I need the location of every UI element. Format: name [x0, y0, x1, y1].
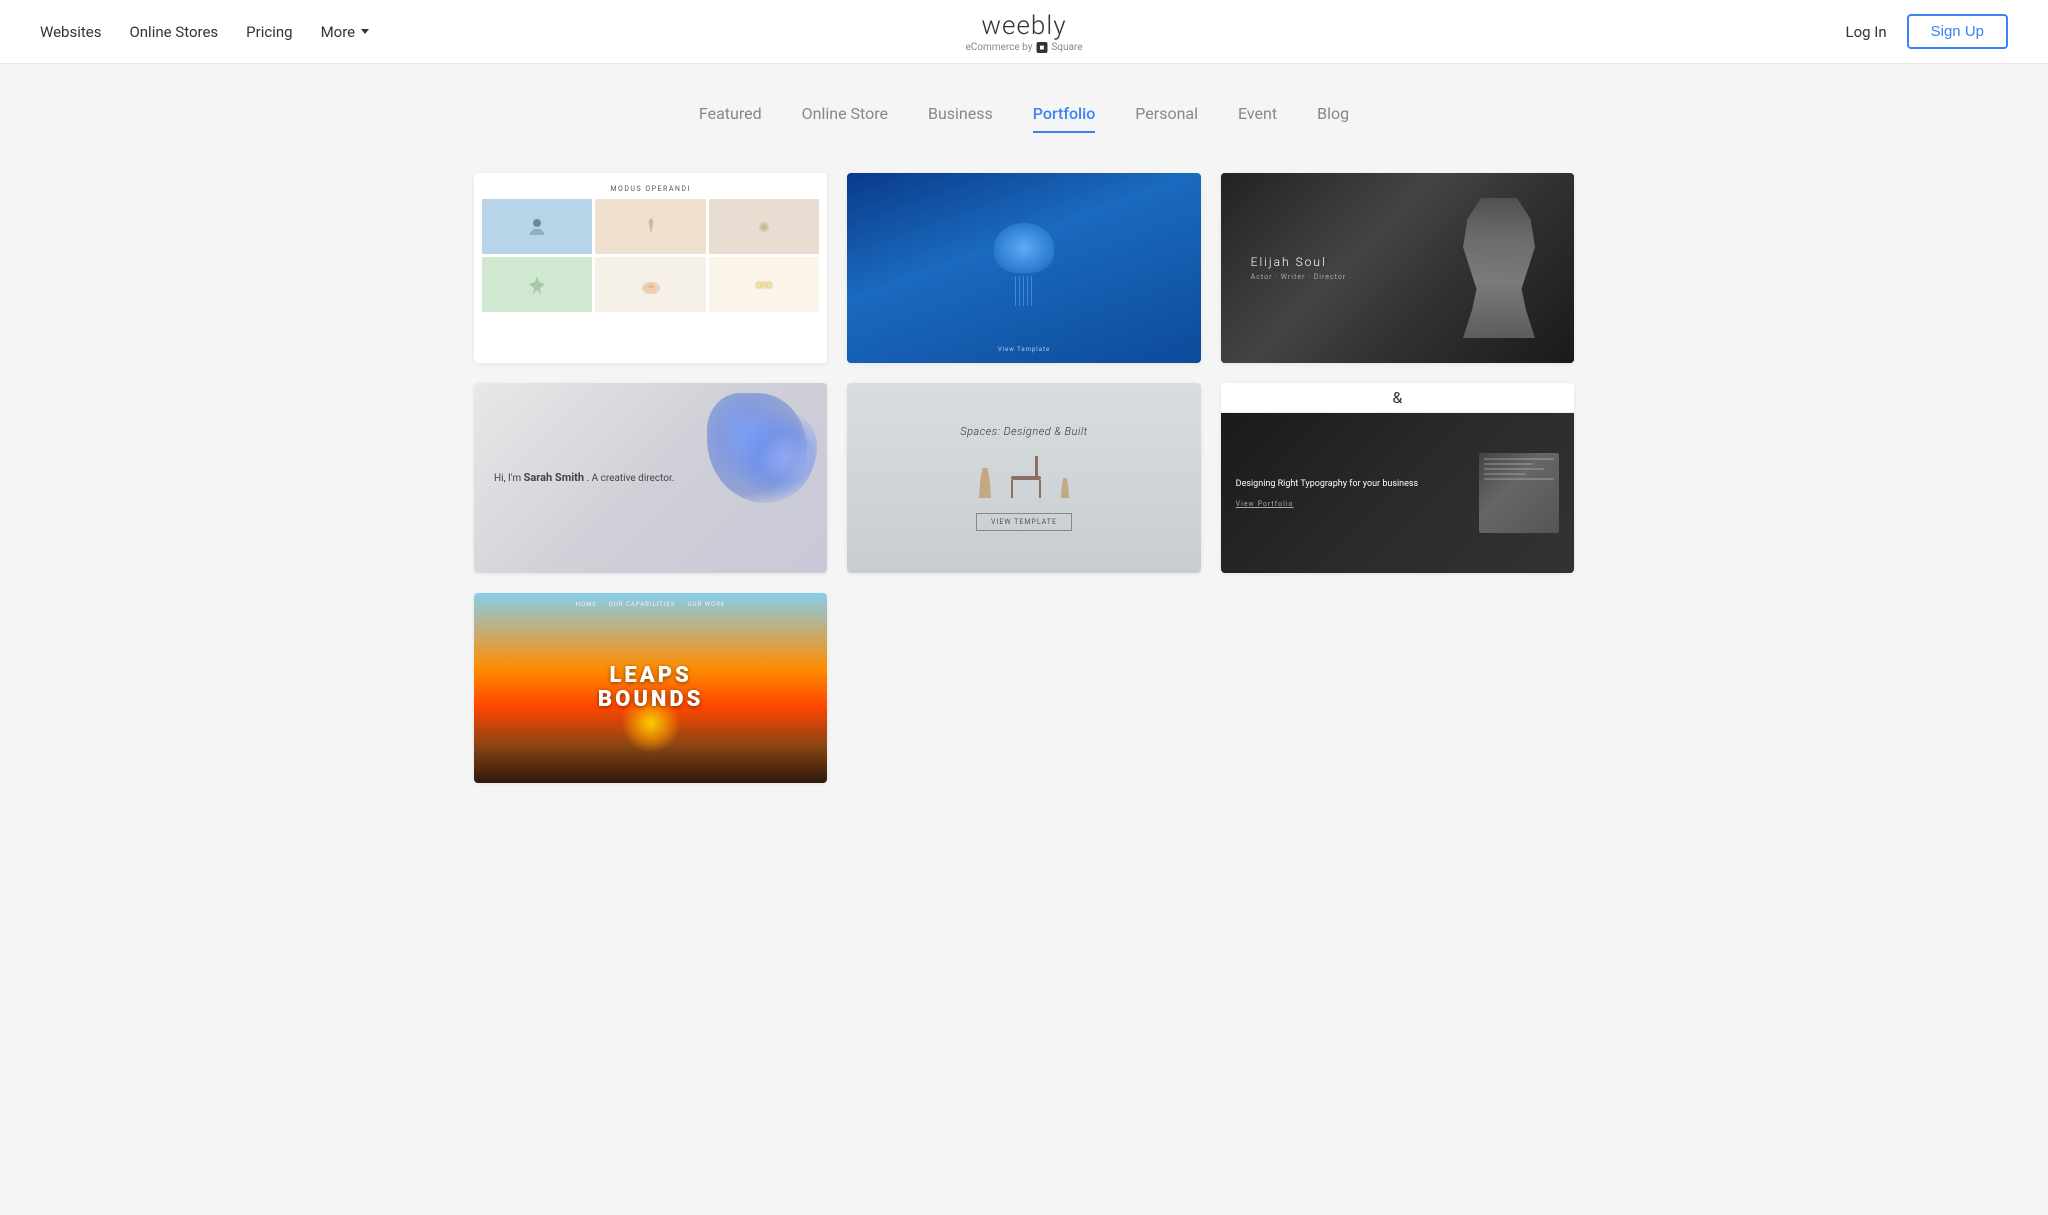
leaps-nav-capabilities: OUR CAPABILITIES [609, 601, 676, 608]
tab-featured[interactable]: Featured [699, 104, 762, 133]
login-link[interactable]: Log In [1845, 23, 1886, 41]
template-card-sarah-smith[interactable]: Hi, I'm Sarah Smith . A creative directo… [474, 383, 827, 573]
leaps-nav-work: OUR WORK [687, 601, 725, 608]
tab-online-store[interactable]: Online Store [802, 104, 888, 133]
chevron-down-icon [361, 29, 369, 34]
typo-cta[interactable]: View Portfolio [1236, 500, 1479, 508]
spaces-scene [979, 453, 1069, 498]
typo-body: Designing Right Typography for your busi… [1221, 413, 1574, 573]
logo-subtitle: eCommerce by ■ Square [966, 42, 1083, 53]
template-preview: Elijah Soul Actor · Writer · Director [1221, 173, 1574, 363]
chair-leg [1039, 480, 1041, 498]
template-card-modus-operandi[interactable]: MODUS OPERANDI [474, 173, 827, 363]
tab-blog[interactable]: Blog [1317, 104, 1349, 133]
ampersand-icon: & [1392, 388, 1402, 407]
leaps-nav: HOME OUR CAPABILITIES OUR WORK [576, 601, 726, 608]
tab-portfolio[interactable]: Portfolio [1033, 104, 1096, 133]
spaces-cta[interactable]: VIEW TEMPLATE [976, 513, 1072, 531]
leaps-text: LEAPS BOUNDS [598, 664, 703, 712]
jellyfish-tentacles [984, 273, 1064, 306]
nav-pricing[interactable]: Pricing [246, 23, 292, 41]
template-card-spaces[interactable]: Spaces: Designed & Built VIEW TEMPLATE [847, 383, 1200, 573]
template-preview: View Template [847, 173, 1200, 363]
tab-personal[interactable]: Personal [1135, 104, 1198, 133]
nav-online-stores[interactable]: Online Stores [129, 23, 218, 41]
leaps-nav-home: HOME [576, 601, 597, 608]
main-content: Featured Online Store Business Portfolio… [0, 64, 2048, 843]
chair-legs [1011, 480, 1041, 498]
template-preview: HOME OUR CAPABILITIES OUR WORK LEAPS BOU… [474, 593, 827, 783]
template-card-typography[interactable]: & Designing Right Typography for your bu… [1221, 383, 1574, 573]
elijah-roles: Actor · Writer · Director [1251, 273, 1347, 281]
header-actions: Log In Sign Up [1845, 14, 2008, 49]
chair-illustration [1011, 453, 1041, 498]
flower-blob-2 [737, 413, 817, 503]
tab-business[interactable]: Business [928, 104, 993, 133]
template-card-leaps-bounds[interactable]: HOME OUR CAPABILITIES OUR WORK LEAPS BOU… [474, 593, 827, 783]
tab-event[interactable]: Event [1238, 104, 1277, 133]
photo-grid [482, 199, 819, 312]
photo-cell-1 [482, 199, 592, 254]
nav-websites[interactable]: Websites [40, 23, 101, 41]
leaps-line1: LEAPS [598, 664, 703, 688]
leaps-line2: BOUNDS [598, 688, 703, 712]
vase-illustration [979, 468, 991, 498]
typo-title: Designing Right Typography for your busi… [1236, 478, 1479, 492]
jellyfish-cta: View Template [998, 346, 1050, 353]
sarah-intro-text: Hi, I'm Sarah Smith . A creative directo… [494, 470, 807, 486]
elijah-name: Elijah Soul [1251, 255, 1347, 269]
typo-image [1479, 453, 1559, 533]
template-grid: MODUS OPERANDI [474, 173, 1574, 783]
template-card-jellyfish[interactable]: View Template [847, 173, 1200, 363]
photo-cell-4 [482, 257, 592, 312]
typo-image-lines [1479, 453, 1559, 533]
small-vase [1061, 478, 1069, 498]
template-title: MODUS OPERANDI [482, 181, 819, 199]
sarah-greeting: Hi, I'm Sarah Smith . A creative directo… [494, 470, 807, 486]
jellyfish-body [994, 223, 1054, 273]
photo-cell-2 [595, 199, 705, 254]
template-preview: MODUS OPERANDI [474, 173, 827, 363]
main-nav: Websites Online Stores Pricing More [40, 23, 369, 41]
square-icon: ■ [1036, 42, 1047, 53]
template-preview: Hi, I'm Sarah Smith . A creative directo… [474, 383, 827, 573]
photo-cell-3 [709, 199, 819, 254]
photo-cell-5 [595, 257, 705, 312]
jellyfish-illustration [984, 223, 1064, 313]
nav-more[interactable]: More [321, 23, 370, 41]
header: Websites Online Stores Pricing More weeb… [0, 0, 2048, 64]
logo-text: weebly [966, 11, 1083, 41]
portrait-bg: Elijah Soul Actor · Writer · Director [1221, 173, 1574, 363]
template-preview: & Designing Right Typography for your bu… [1221, 383, 1574, 573]
template-card-elijah-soul[interactable]: Elijah Soul Actor · Writer · Director [1221, 173, 1574, 363]
typo-header: & [1221, 383, 1574, 413]
site-logo[interactable]: weebly eCommerce by ■ Square [966, 11, 1083, 53]
template-preview: Spaces: Designed & Built VIEW TEMPLATE [847, 383, 1200, 573]
spaces-title: Spaces: Designed & Built [960, 425, 1087, 438]
sarah-name: Sarah Smith [524, 471, 584, 484]
photo-cell-6 [709, 257, 819, 312]
chair-back [1035, 456, 1038, 476]
elijah-text: Elijah Soul Actor · Writer · Director [1251, 255, 1347, 281]
elijah-silhouette [1454, 198, 1544, 338]
chair-leg [1011, 480, 1013, 498]
typo-content: Designing Right Typography for your busi… [1236, 478, 1479, 508]
category-tabs: Featured Online Store Business Portfolio… [80, 104, 1968, 133]
signup-button[interactable]: Sign Up [1907, 14, 2008, 49]
